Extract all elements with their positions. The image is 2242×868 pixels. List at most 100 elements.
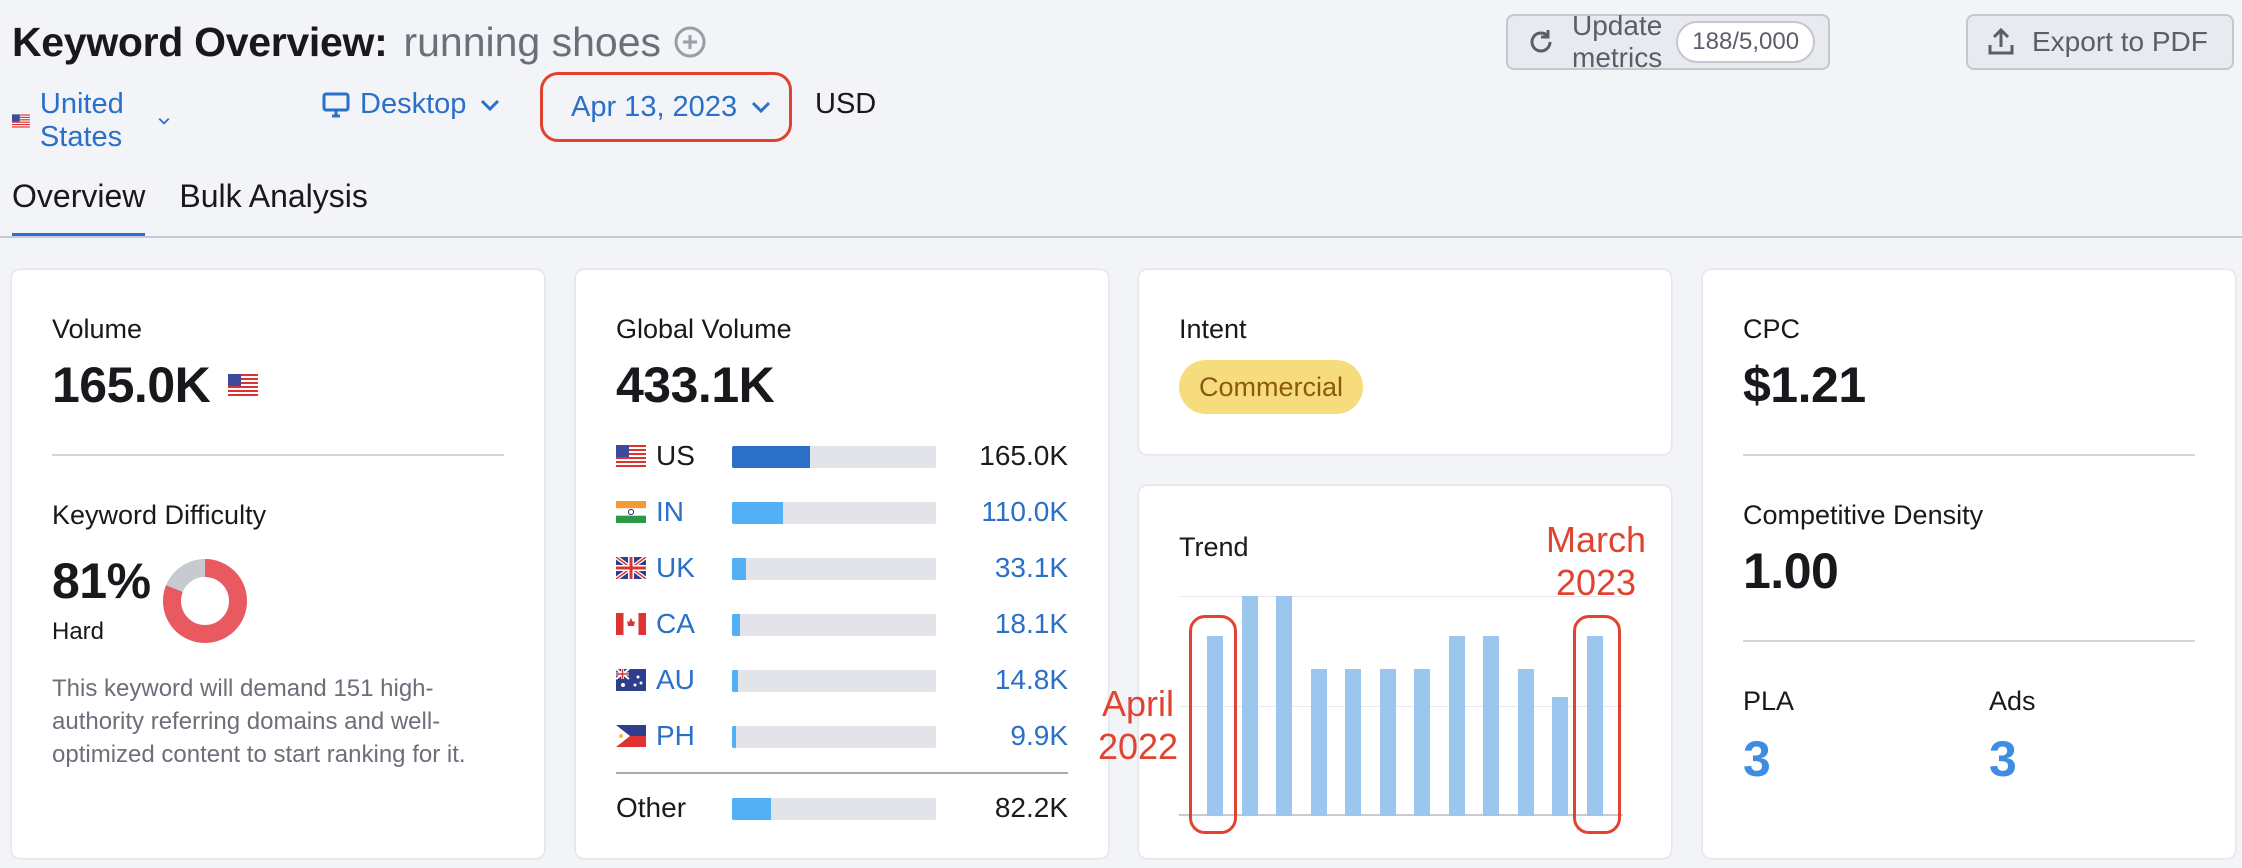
country-volume: 165.0K <box>979 440 1068 471</box>
india-flag-icon <box>616 501 646 523</box>
country-volume: 18.1K <box>994 608 1068 639</box>
trend-bar <box>1448 635 1465 816</box>
country-row-au[interactable]: AU 14.8K <box>616 664 1068 696</box>
intent-label: Intent <box>1179 314 1247 344</box>
country-share-bar <box>732 446 936 468</box>
keyword-difficulty-value: 81% <box>52 553 151 609</box>
country-row-ph[interactable]: PH 9.9K <box>616 720 1068 752</box>
divider <box>616 772 1068 774</box>
device-selector[interactable]: Desktop <box>322 88 500 121</box>
annotation-box-april <box>1189 615 1237 834</box>
difficulty-level: Hard <box>52 618 105 645</box>
currency-label: USD <box>815 88 877 120</box>
divider <box>1743 454 2195 456</box>
trend-bar <box>1276 596 1292 816</box>
tab-bulk-analysis[interactable]: Bulk Analysis <box>179 172 368 238</box>
country-row-ca[interactable]: CA 18.1K <box>616 608 1068 640</box>
device-label: Desktop <box>360 88 467 120</box>
country-code: IN <box>656 496 684 527</box>
page-header: Keyword Overview: running shoes <box>12 14 707 70</box>
annotation-box-march <box>1573 615 1621 834</box>
country-row-us: US 165.0K <box>616 440 1068 472</box>
desktop-icon <box>322 92 350 117</box>
country-volume: 9.9K <box>1010 720 1068 751</box>
trend-bar <box>1517 668 1534 816</box>
country-row-in[interactable]: IN 110.0K <box>616 496 1068 528</box>
difficulty-donut-chart <box>163 559 247 643</box>
intent-card: Intent Commercial <box>1139 270 1671 454</box>
country-selector[interactable]: United States <box>12 88 170 154</box>
refresh-icon <box>1530 30 1552 53</box>
divider <box>1743 640 2195 642</box>
country-share-bar <box>732 558 936 580</box>
competitive-density-label: Competitive Density <box>1743 500 1984 530</box>
cpc-value: $1.21 <box>1743 357 1866 413</box>
other-label: Other <box>616 792 687 823</box>
add-keyword-icon[interactable] <box>673 25 707 59</box>
metrics-counter-badge: 188/5,000 <box>1676 21 1816 63</box>
difficulty-description: This keyword will demand 151 high-author… <box>52 675 466 768</box>
country-share-bar <box>732 502 936 524</box>
volume-label: Volume <box>52 314 143 344</box>
competitive-density-value: 1.00 <box>1743 543 1839 599</box>
tab-overview[interactable]: Overview <box>12 172 146 238</box>
chevron-down-icon <box>158 117 170 125</box>
update-metrics-label: Update metrics <box>1572 10 1663 73</box>
chevron-down-icon <box>752 101 771 114</box>
volume-value: 165.0K <box>52 357 211 413</box>
pla-value[interactable]: 3 <box>1743 730 1771 788</box>
us-flag-icon <box>616 445 646 467</box>
tab-bar: Overview Bulk Analysis <box>12 172 402 238</box>
date-selector[interactable]: Apr 13, 2023 <box>540 72 792 142</box>
volume-card: Volume 165.0K Keyword Difficulty 81% Har… <box>12 270 544 858</box>
export-pdf-button[interactable]: Export to PDF <box>1966 14 2234 70</box>
trend-bar <box>1414 668 1430 816</box>
trend-bar <box>1345 668 1361 816</box>
trend-chart <box>1179 596 1623 816</box>
trend-bar <box>1552 697 1568 816</box>
philippines-flag-icon <box>616 725 646 747</box>
annotation-march-2023: March 2023 <box>1545 519 1647 603</box>
keyword-title: running shoes <box>403 18 662 65</box>
country-row-uk[interactable]: UK 33.1K <box>616 552 1068 584</box>
divider <box>52 454 504 456</box>
trend-bar <box>1483 635 1499 816</box>
trend-label: Trend <box>1179 532 1249 562</box>
country-code: CA <box>656 608 695 639</box>
trend-bar <box>1379 668 1396 816</box>
intent-badge: Commercial <box>1179 360 1364 414</box>
global-volume-card: Global Volume 433.1K US 165.0K IN 110.0K… <box>576 270 1108 858</box>
country-share-bar <box>732 670 936 692</box>
global-volume-value: 433.1K <box>616 357 775 413</box>
keyword-difficulty-label: Keyword Difficulty <box>52 500 267 530</box>
cpc-card: CPC $1.21 Competitive Density 1.00 PLA 3… <box>1703 270 2235 858</box>
country-row-other: Other 82.2K <box>616 792 1068 824</box>
country-label: United States <box>39 88 124 153</box>
date-label: Apr 13, 2023 <box>571 90 738 123</box>
pla-label: PLA <box>1743 686 1795 716</box>
country-share-bar <box>732 614 936 636</box>
annotation-april-2022: April 2022 <box>1097 683 1179 767</box>
global-volume-label: Global Volume <box>616 314 792 344</box>
trend-bar <box>1310 668 1327 816</box>
country-volume: 14.8K <box>994 664 1068 695</box>
page-title: Keyword Overview: <box>12 18 388 65</box>
country-code: PH <box>656 720 695 751</box>
chevron-down-icon <box>481 99 500 111</box>
cpc-label: CPC <box>1743 314 1801 344</box>
update-metrics-button[interactable]: Update metrics 188/5,000 <box>1506 10 1830 73</box>
australia-flag-icon <box>616 669 646 691</box>
us-flag-icon <box>12 114 30 128</box>
country-code: AU <box>656 664 695 695</box>
ads-value[interactable]: 3 <box>1989 730 2017 788</box>
country-share-bar <box>732 726 936 748</box>
trend-bar <box>1241 596 1258 816</box>
export-pdf-label: Export to PDF <box>2032 26 2208 57</box>
country-code: UK <box>656 552 695 583</box>
country-volume: 110.0K <box>981 496 1068 527</box>
upload-icon <box>1988 27 2014 55</box>
canada-flag-icon <box>616 613 646 635</box>
us-flag-icon <box>228 374 258 396</box>
country-share-bar <box>732 798 936 820</box>
country-code: US <box>656 440 695 471</box>
